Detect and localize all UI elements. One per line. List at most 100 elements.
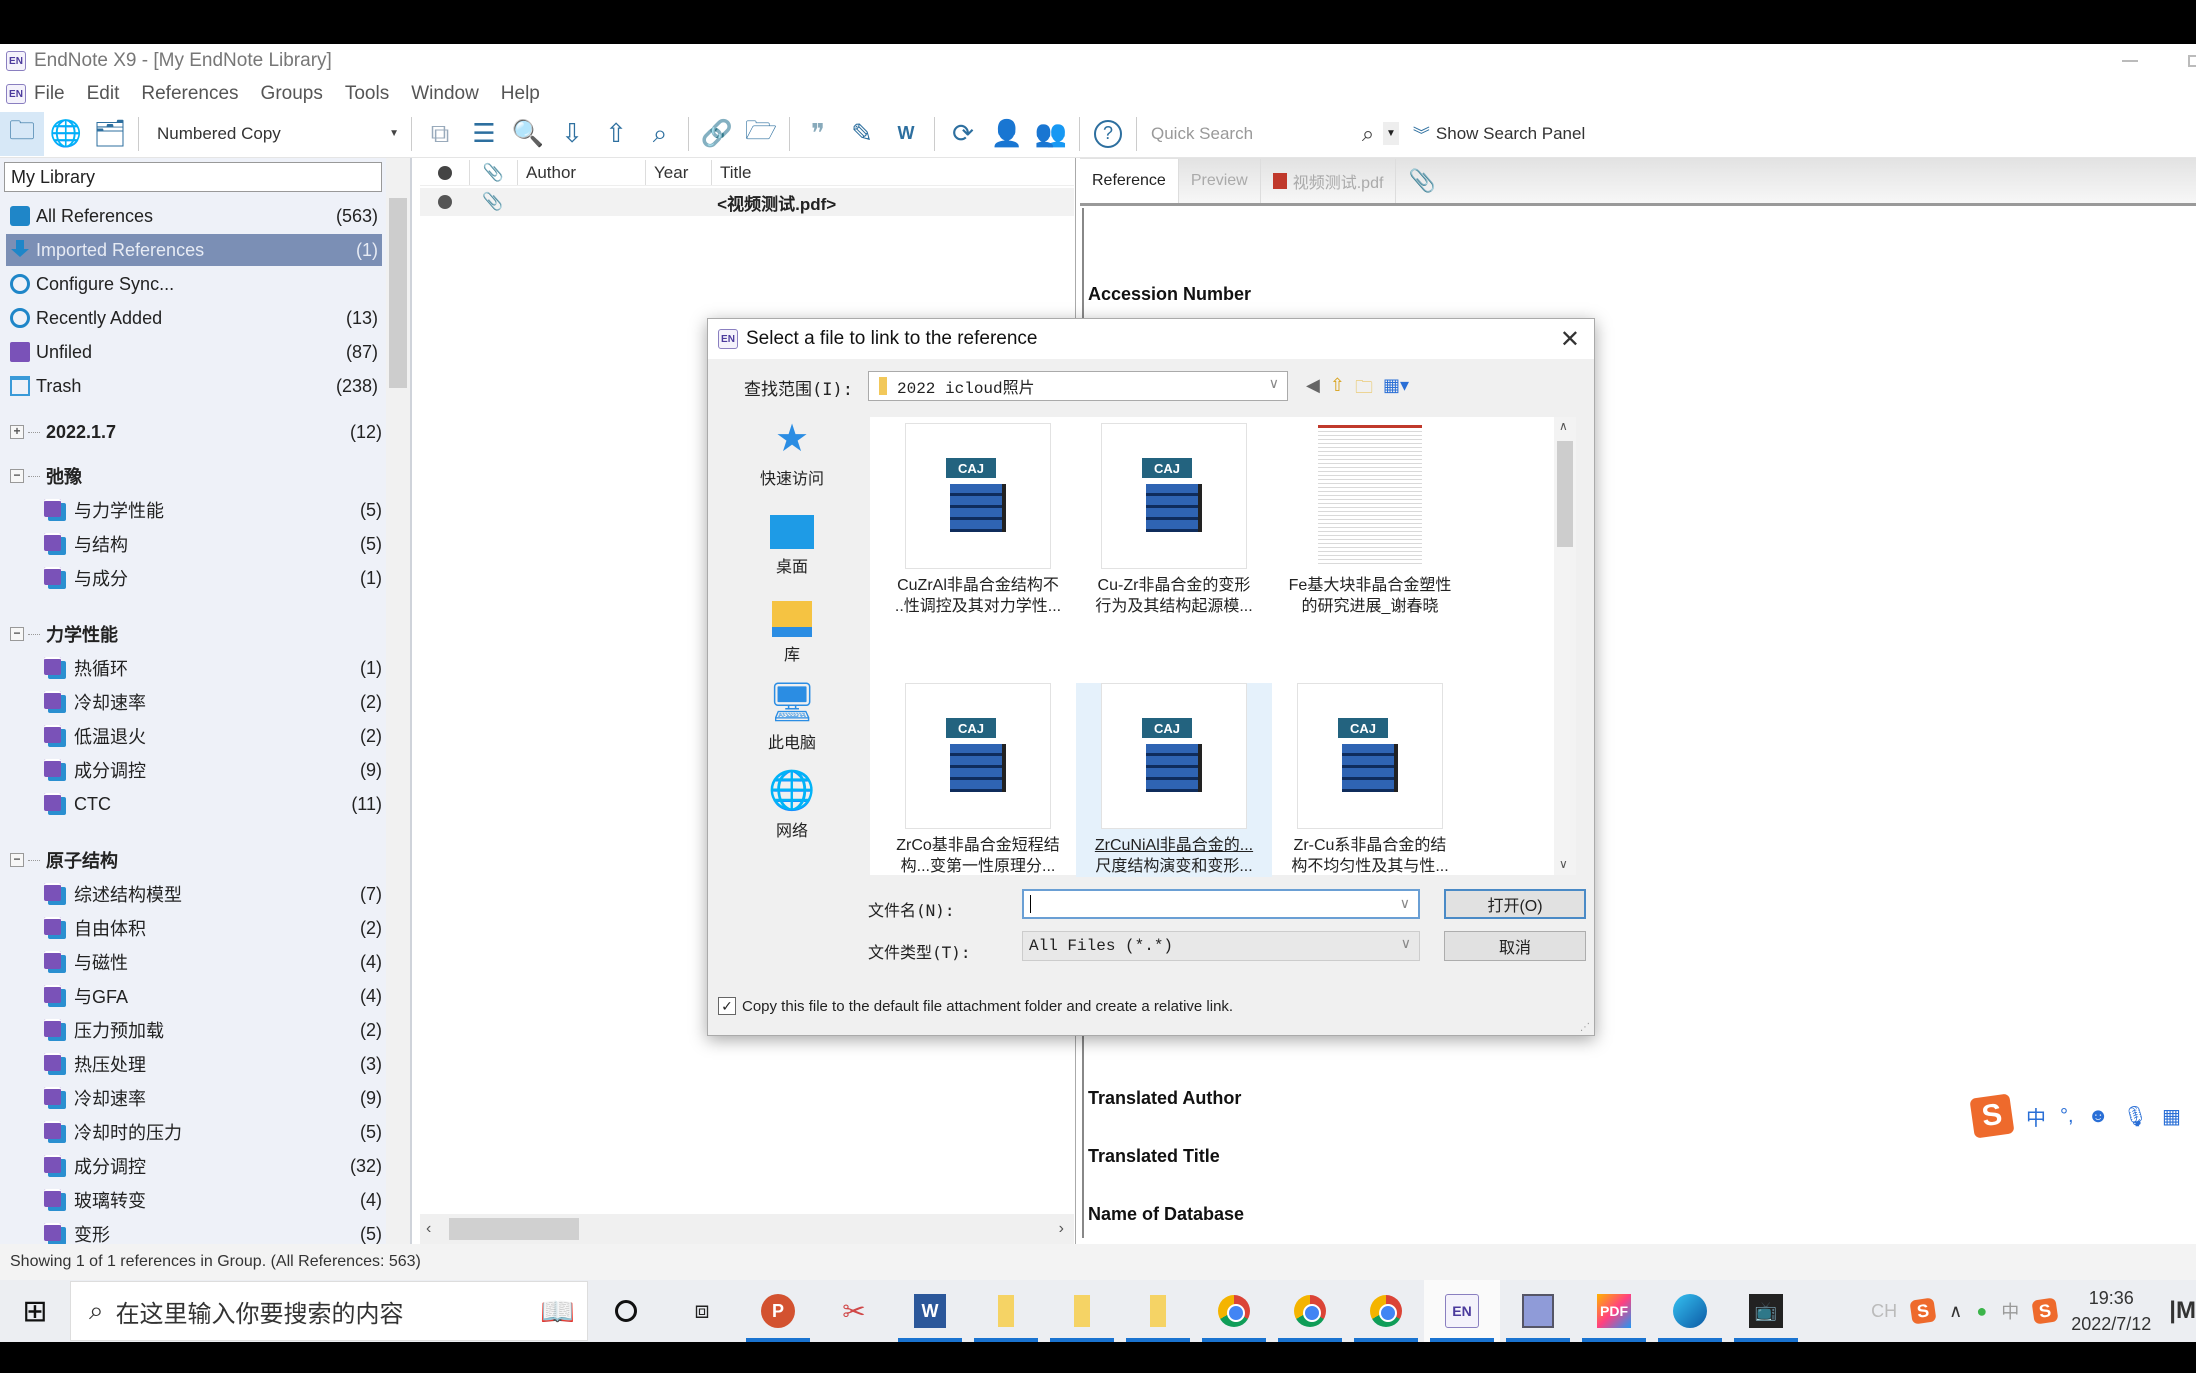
sogou-tray-icon[interactable]: S <box>1909 1297 1937 1325</box>
cortana-button[interactable] <box>588 1280 664 1342</box>
wechat-icon[interactable]: ● <box>1976 1301 1987 1322</box>
file-item[interactable]: Fe基大块非晶合金塑性 的研究进展_谢春晓 <box>1272 423 1468 617</box>
start-button[interactable]: ⊞ <box>0 1280 70 1342</box>
taskbar-search-box[interactable]: ⌕ 在这里输入你要搜索的内容 📖 <box>70 1281 588 1341</box>
show-search-panel-button[interactable]: ︾ Show Search Panel <box>1413 121 1585 146</box>
place-desktop[interactable]: 桌面 <box>722 505 862 577</box>
place-network[interactable]: 🌐 网络 <box>722 769 862 841</box>
file-item[interactable]: CAJ ZrCuNiAl非晶合金的... 尺度结构演变和变形... <box>1076 683 1272 877</box>
cancel-button[interactable]: 取消 <box>1444 931 1586 961</box>
file-list-scrollbar[interactable]: ∧ ∨ <box>1554 417 1576 875</box>
sync-button[interactable]: ⟳ <box>941 112 985 156</box>
column-read-status[interactable] <box>420 160 470 185</box>
copy-file-checkbox[interactable]: ✓ Copy this file to the default file att… <box>718 997 1233 1015</box>
column-year[interactable]: Year <box>646 160 712 185</box>
taskbar-bilibili[interactable]: 📺 <box>1728 1280 1804 1342</box>
field-name-of-database[interactable]: Name of Database <box>1088 1204 1244 1225</box>
sidebar-group-item[interactable]: 冷却时的压力 (5) <box>44 1116 382 1148</box>
back-icon[interactable]: ◀ <box>1306 375 1320 405</box>
quick-search-button[interactable]: ⌕ <box>1353 112 1383 156</box>
import-button[interactable]: ⇩ <box>550 112 594 156</box>
app-menu-icon[interactable]: EN <box>6 84 26 104</box>
taskbar-chrome-3[interactable] <box>1348 1280 1424 1342</box>
integrated-library-mode-button[interactable]: 🗂 <box>88 112 132 156</box>
taskbar-endnote[interactable]: EN <box>1424 1280 1500 1342</box>
list-horizontal-scrollbar[interactable]: ‹ › <box>420 1214 1074 1244</box>
sidebar-item-unfiled[interactable]: Unfiled (87) <box>6 336 382 368</box>
input-method-icon[interactable]: 中 <box>2001 1298 2019 1324</box>
taskbar-explorer-2[interactable] <box>1044 1280 1120 1342</box>
collapse-icon[interactable]: − <box>10 853 24 867</box>
menu-groups[interactable]: Groups <box>261 83 323 105</box>
sidebar-item-imported-references[interactable]: Imported References (1) <box>6 234 382 266</box>
tab-preview[interactable]: Preview <box>1179 159 1261 203</box>
sidebar-group-item[interactable]: 综述结构模型 (7) <box>44 878 382 910</box>
microphone-icon[interactable]: 🎙 <box>2123 1104 2148 1129</box>
column-title[interactable]: Title <box>712 160 1074 185</box>
column-attachment[interactable]: 📎 <box>470 160 518 185</box>
attach-file-button[interactable]: 📎 <box>1396 159 1447 203</box>
show-hidden-icons-chevron-icon[interactable]: ∧ <box>1949 1301 1962 1322</box>
column-author[interactable]: Author <box>518 160 646 185</box>
sidebar-item-all-references[interactable]: All References (563) <box>6 200 382 232</box>
tab-pdf-attachment[interactable]: 视频测试.pdf <box>1261 159 1397 203</box>
file-item[interactable]: CAJ Cu-Zr非晶合金的变形 行为及其结构起源模... <box>1076 423 1272 617</box>
insert-citation-button[interactable]: ❞ <box>796 112 840 156</box>
sidebar-scrollbar[interactable] <box>386 158 410 1244</box>
group-set-header[interactable]: − 力学性能 <box>10 618 382 650</box>
menu-references[interactable]: References <box>141 83 238 105</box>
view-menu-icon[interactable]: ▦▾ <box>1383 375 1409 405</box>
find-full-text-button[interactable]: ⌕ <box>638 112 682 156</box>
checkmark-icon[interactable]: ✓ <box>718 997 736 1015</box>
place-quick-access[interactable]: ★ 快速访问 <box>722 417 862 489</box>
export-button[interactable]: ⇧ <box>594 112 638 156</box>
sidebar-item-configure-sync[interactable]: Configure Sync... <box>6 268 382 300</box>
scroll-down-icon[interactable]: ∨ <box>1559 857 1568 871</box>
format-bibliography-button[interactable]: ✎ <box>840 112 884 156</box>
taskbar-explorer-1[interactable] <box>968 1280 1044 1342</box>
menu-tools[interactable]: Tools <box>345 83 389 105</box>
sidebar-group-item[interactable]: 压力预加载 (2) <box>44 1014 382 1046</box>
sidebar-group-item[interactable]: 热压处理 (3) <box>44 1048 382 1080</box>
group-set-header[interactable]: − 弛豫 <box>10 460 382 492</box>
taskbar-edge[interactable] <box>1652 1280 1728 1342</box>
maximize-button[interactable] <box>2188 55 2196 67</box>
scroll-left-icon[interactable]: ‹ <box>426 1220 431 1238</box>
sidebar-group-item[interactable]: CTC (11) <box>44 788 382 820</box>
sidebar-group-item[interactable]: 与结构 (5) <box>44 528 382 560</box>
input-language[interactable]: CH <box>1871 1301 1897 1322</box>
scroll-up-icon[interactable]: ∧ <box>1559 419 1568 433</box>
sidebar-scroll-thumb[interactable] <box>389 198 407 388</box>
sidebar-group-item[interactable]: 自由体积 (2) <box>44 912 382 944</box>
online-search-mode-button[interactable]: 🌐 <box>44 112 88 156</box>
open-file-button[interactable]: 🗁 <box>739 112 783 156</box>
copy-to-library-button[interactable]: ⧉ <box>418 112 462 156</box>
sidebar-item-trash[interactable]: Trash (238) <box>6 370 382 402</box>
sidebar-group-item[interactable]: 与力学性能 (5) <box>44 494 382 526</box>
keyboard-icon[interactable]: ▦ <box>2162 1104 2181 1129</box>
field-accession-number[interactable]: Accession Number <box>1088 284 1251 305</box>
filename-input[interactable]: ∨ <box>1022 889 1420 919</box>
emoji-icon[interactable]: ☻ <box>2088 1105 2109 1128</box>
taskbar-explorer-3[interactable] <box>1120 1280 1196 1342</box>
taskbar-powerpoint[interactable]: P <box>740 1280 816 1342</box>
field-translated-title[interactable]: Translated Title <box>1088 1146 1220 1167</box>
sidebar-group-item[interactable]: 热循环 (1) <box>44 652 382 684</box>
output-style-select[interactable]: Numbered Copy ▼ <box>145 116 405 152</box>
new-reference-button[interactable]: ☰ <box>462 112 506 156</box>
quick-search-input[interactable]: Quick Search <box>1143 124 1353 144</box>
taskbar-pdf-app[interactable]: PDF <box>1576 1280 1652 1342</box>
menu-edit[interactable]: Edit <box>87 83 120 105</box>
ime-mode-toggle[interactable]: 中 <box>2026 1102 2046 1131</box>
return-to-word-button[interactable]: W <box>884 112 928 156</box>
activity-feed-button[interactable]: 👥 <box>1029 112 1073 156</box>
sogou-tray-icon-2[interactable]: S <box>2031 1297 2059 1325</box>
help-button[interactable]: ? <box>1086 112 1130 156</box>
sogou-logo-icon[interactable]: S <box>1969 1093 2015 1139</box>
local-library-mode-button[interactable]: 🗀 <box>0 111 44 156</box>
place-libraries[interactable]: 库 <box>722 593 862 665</box>
file-item[interactable]: CAJ ZrCo基非晶合金短程结 构...变第一性原理分... <box>880 683 1076 877</box>
menu-file[interactable]: File <box>34 83 65 105</box>
menu-help[interactable]: Help <box>501 83 540 105</box>
close-button[interactable]: ✕ <box>1560 325 1580 354</box>
